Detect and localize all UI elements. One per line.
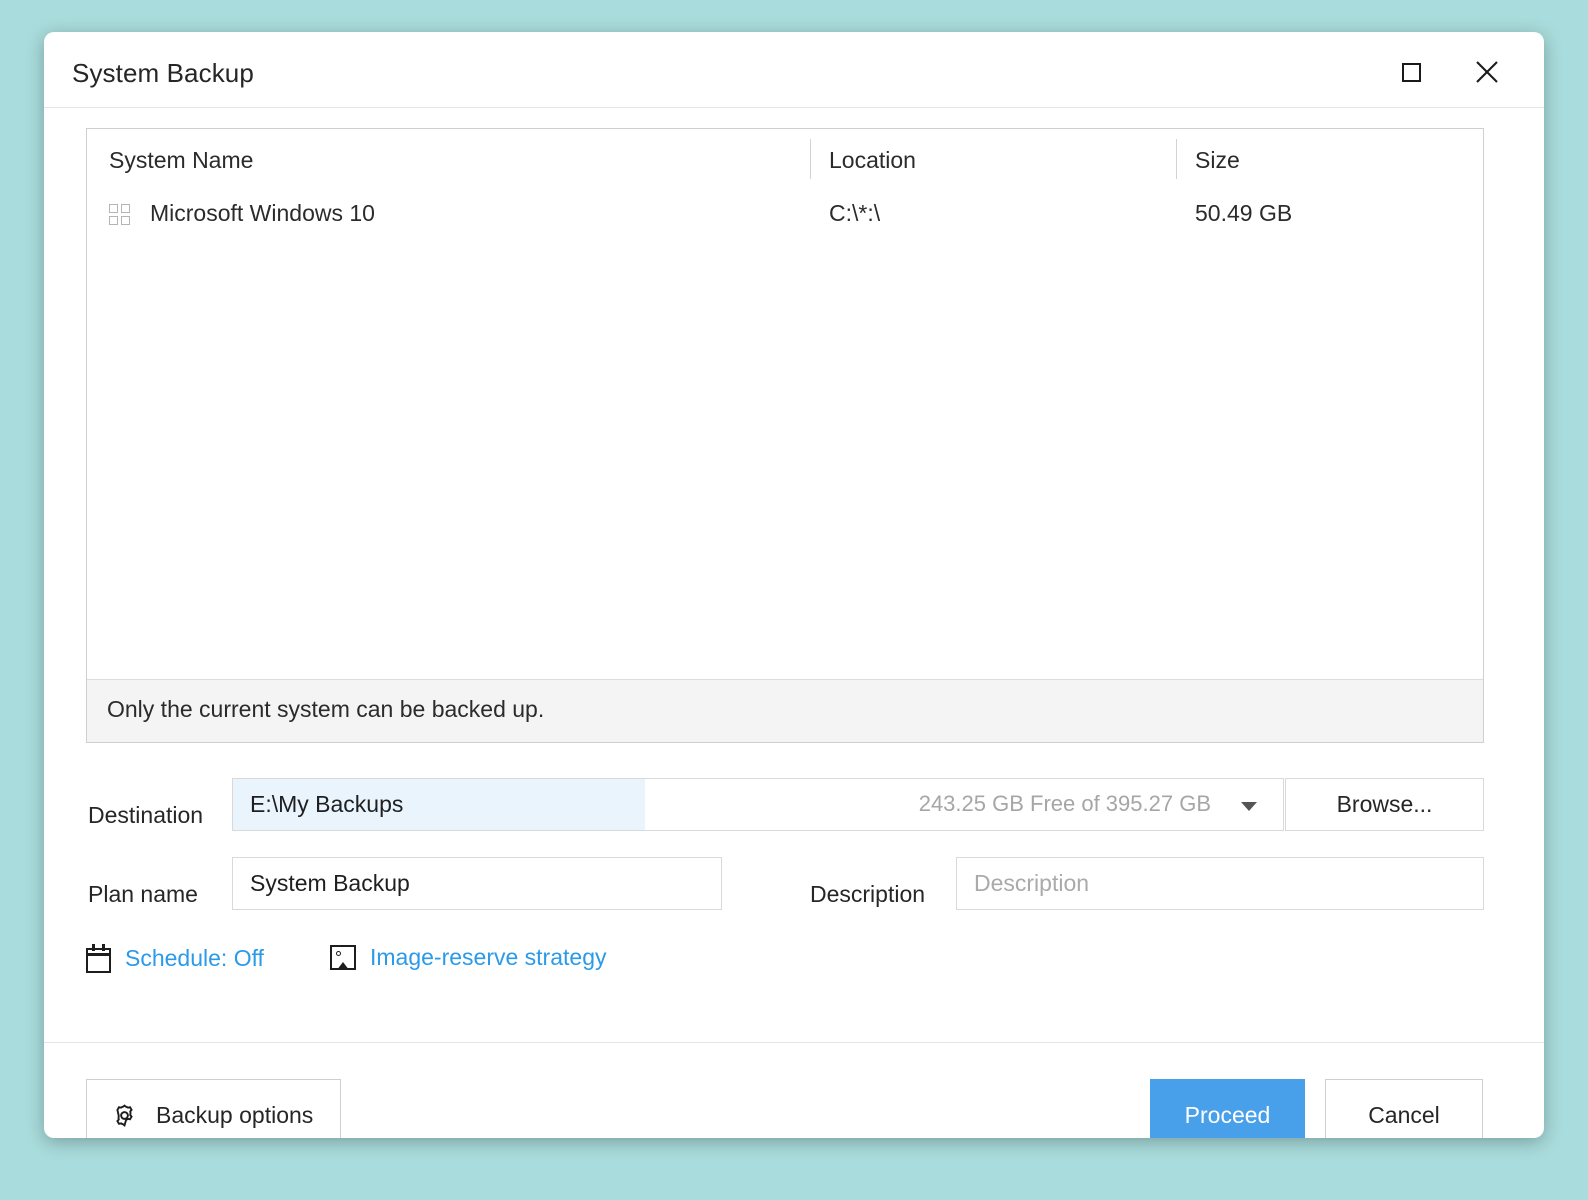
picture-icon: [330, 945, 356, 970]
list-note-text: Only the current system can be backed up…: [107, 696, 544, 723]
table-row[interactable]: Microsoft Windows 10 C:\*:\ 50.49 GB: [87, 189, 1483, 245]
row-system-name: Microsoft Windows 10: [150, 200, 375, 227]
plan-name-input[interactable]: System Backup: [232, 857, 722, 910]
backup-options-label: Backup options: [156, 1102, 313, 1129]
destination-combo[interactable]: E:\My Backups 243.25 GB Free of 395.27 G…: [232, 778, 1284, 831]
schedule-link[interactable]: Schedule: Off: [86, 944, 264, 973]
destination-value[interactable]: E:\My Backups: [233, 779, 645, 830]
destination-label: Destination: [88, 802, 203, 829]
title-bar: System Backup: [44, 32, 1544, 108]
column-divider: [810, 139, 811, 179]
image-reserve-strategy-link[interactable]: Image-reserve strategy: [330, 944, 606, 971]
column-divider: [1176, 139, 1177, 179]
system-backup-dialog: System Backup System Name Location Size …: [44, 32, 1544, 1138]
row-location: C:\*:\: [829, 200, 880, 227]
maximize-button[interactable]: [1388, 50, 1434, 94]
description-label: Description: [810, 881, 925, 908]
chevron-down-icon[interactable]: [1241, 802, 1257, 811]
row-size: 50.49 GB: [1195, 200, 1292, 227]
footer-divider: [44, 1042, 1544, 1043]
destination-free-space: 243.25 GB Free of 395.27 GB: [919, 791, 1211, 817]
description-input[interactable]: Description: [956, 857, 1484, 910]
schedule-link-label: Schedule: Off: [125, 945, 264, 972]
proceed-button[interactable]: Proceed: [1150, 1079, 1305, 1138]
close-button[interactable]: [1464, 50, 1510, 94]
close-x-icon: [1474, 59, 1500, 85]
system-list-header: System Name Location Size: [87, 129, 1483, 189]
system-list-panel: System Name Location Size Microsoft Wind…: [86, 128, 1484, 743]
plan-name-label: Plan name: [88, 881, 198, 908]
gear-icon: [111, 1102, 138, 1129]
column-header-size: Size: [1195, 147, 1240, 174]
cancel-button[interactable]: Cancel: [1325, 1079, 1483, 1138]
window-title: System Backup: [72, 58, 254, 89]
column-header-system-name: System Name: [109, 147, 253, 174]
calendar-icon: [86, 948, 111, 973]
browse-button[interactable]: Browse...: [1285, 778, 1484, 831]
column-header-location: Location: [829, 147, 916, 174]
maximize-square-icon: [1402, 63, 1421, 82]
backup-options-button[interactable]: Backup options: [86, 1079, 341, 1138]
image-reserve-strategy-label: Image-reserve strategy: [370, 944, 606, 971]
windows-logo-icon: [109, 204, 131, 225]
list-note-bar: Only the current system can be backed up…: [87, 679, 1483, 742]
